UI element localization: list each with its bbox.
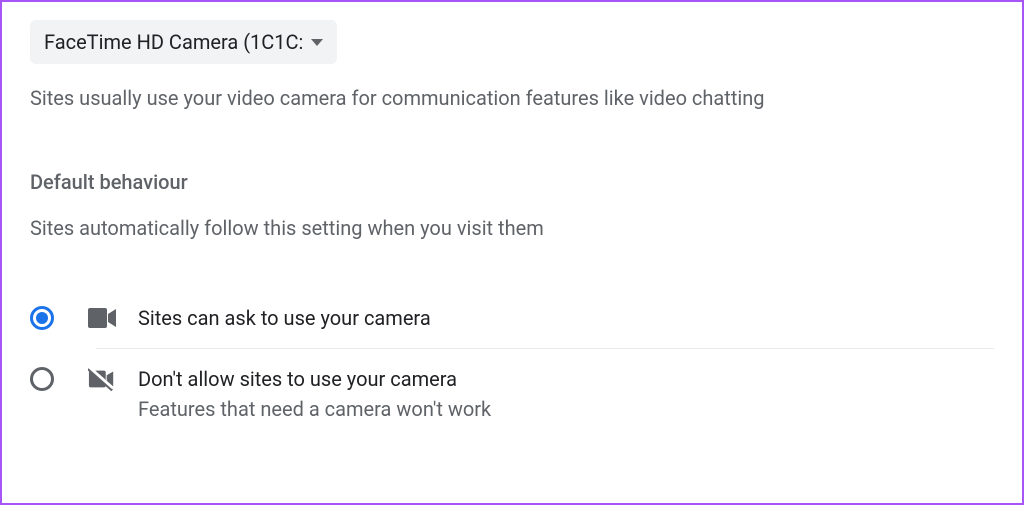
camera-select-dropdown[interactable]: FaceTime HD Camera (1C1C: [30, 20, 337, 64]
option-allow-title: Sites can ask to use your camera [138, 304, 431, 332]
camera-off-icon [88, 365, 116, 393]
radio-allow[interactable] [30, 306, 54, 330]
section-subtext: Sites automatically follow this setting … [30, 216, 994, 240]
camera-select-label: FaceTime HD Camera (1C1C: [44, 30, 303, 54]
option-allow-row[interactable]: Sites can ask to use your camera [30, 288, 994, 348]
chevron-down-icon [311, 39, 323, 46]
section-heading: Default behaviour [30, 170, 994, 194]
option-block-title: Don't allow sites to use your camera [138, 365, 491, 393]
option-block-subtitle: Features that need a camera won't work [138, 395, 491, 423]
camera-icon [88, 304, 116, 332]
option-block-row[interactable]: Don't allow sites to use your camera Fea… [30, 349, 994, 439]
camera-description: Sites usually use your video camera for … [30, 84, 994, 112]
radio-block[interactable] [30, 367, 54, 391]
